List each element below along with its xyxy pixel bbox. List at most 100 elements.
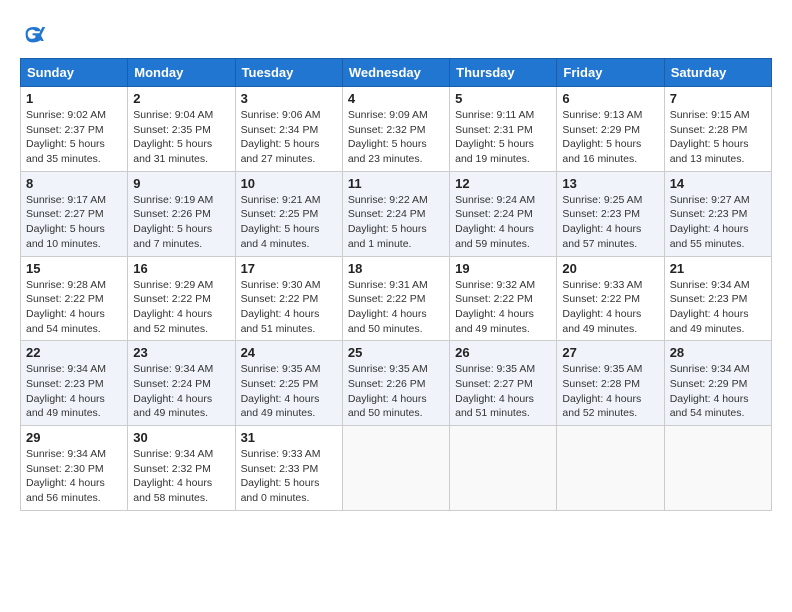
calendar-cell: 9 Sunrise: 9:19 AMSunset: 2:26 PMDayligh… (128, 171, 235, 256)
day-number: 2 (133, 91, 229, 106)
day-info: Sunrise: 9:25 AMSunset: 2:23 PMDaylight:… (562, 194, 642, 250)
day-number: 24 (241, 345, 337, 360)
day-number: 1 (26, 91, 122, 106)
weekday-header-thursday: Thursday (450, 59, 557, 87)
day-info: Sunrise: 9:04 AMSunset: 2:35 PMDaylight:… (133, 109, 213, 165)
day-number: 8 (26, 176, 122, 191)
day-number: 16 (133, 261, 229, 276)
weekday-header-tuesday: Tuesday (235, 59, 342, 87)
calendar-cell: 21 Sunrise: 9:34 AMSunset: 2:23 PMDaylig… (664, 256, 771, 341)
day-info: Sunrise: 9:34 AMSunset: 2:24 PMDaylight:… (133, 363, 213, 419)
day-info: Sunrise: 9:28 AMSunset: 2:22 PMDaylight:… (26, 279, 106, 335)
day-info: Sunrise: 9:02 AMSunset: 2:37 PMDaylight:… (26, 109, 106, 165)
logo (20, 20, 52, 48)
calendar-cell (664, 426, 771, 511)
day-info: Sunrise: 9:15 AMSunset: 2:28 PMDaylight:… (670, 109, 750, 165)
calendar-cell: 1 Sunrise: 9:02 AMSunset: 2:37 PMDayligh… (21, 87, 128, 172)
day-info: Sunrise: 9:33 AMSunset: 2:22 PMDaylight:… (562, 279, 642, 335)
day-info: Sunrise: 9:34 AMSunset: 2:23 PMDaylight:… (26, 363, 106, 419)
calendar-cell: 13 Sunrise: 9:25 AMSunset: 2:23 PMDaylig… (557, 171, 664, 256)
day-number: 22 (26, 345, 122, 360)
calendar-cell (557, 426, 664, 511)
calendar-cell: 17 Sunrise: 9:30 AMSunset: 2:22 PMDaylig… (235, 256, 342, 341)
day-number: 27 (562, 345, 658, 360)
logo-icon (20, 20, 48, 48)
day-number: 28 (670, 345, 766, 360)
calendar-cell: 20 Sunrise: 9:33 AMSunset: 2:22 PMDaylig… (557, 256, 664, 341)
calendar-cell: 11 Sunrise: 9:22 AMSunset: 2:24 PMDaylig… (342, 171, 449, 256)
day-number: 17 (241, 261, 337, 276)
calendar-cell: 18 Sunrise: 9:31 AMSunset: 2:22 PMDaylig… (342, 256, 449, 341)
calendar-cell: 26 Sunrise: 9:35 AMSunset: 2:27 PMDaylig… (450, 341, 557, 426)
day-info: Sunrise: 9:31 AMSunset: 2:22 PMDaylight:… (348, 279, 428, 335)
calendar-cell: 5 Sunrise: 9:11 AMSunset: 2:31 PMDayligh… (450, 87, 557, 172)
calendar-cell: 29 Sunrise: 9:34 AMSunset: 2:30 PMDaylig… (21, 426, 128, 511)
day-info: Sunrise: 9:27 AMSunset: 2:23 PMDaylight:… (670, 194, 750, 250)
day-info: Sunrise: 9:06 AMSunset: 2:34 PMDaylight:… (241, 109, 321, 165)
weekday-header-wednesday: Wednesday (342, 59, 449, 87)
calendar-week-row: 8 Sunrise: 9:17 AMSunset: 2:27 PMDayligh… (21, 171, 772, 256)
calendar-cell: 28 Sunrise: 9:34 AMSunset: 2:29 PMDaylig… (664, 341, 771, 426)
calendar-cell: 24 Sunrise: 9:35 AMSunset: 2:25 PMDaylig… (235, 341, 342, 426)
day-info: Sunrise: 9:33 AMSunset: 2:33 PMDaylight:… (241, 448, 321, 504)
calendar-cell: 19 Sunrise: 9:32 AMSunset: 2:22 PMDaylig… (450, 256, 557, 341)
day-number: 10 (241, 176, 337, 191)
calendar-cell: 8 Sunrise: 9:17 AMSunset: 2:27 PMDayligh… (21, 171, 128, 256)
day-number: 26 (455, 345, 551, 360)
day-number: 3 (241, 91, 337, 106)
day-info: Sunrise: 9:17 AMSunset: 2:27 PMDaylight:… (26, 194, 106, 250)
calendar-cell: 14 Sunrise: 9:27 AMSunset: 2:23 PMDaylig… (664, 171, 771, 256)
day-number: 23 (133, 345, 229, 360)
calendar-header-row: SundayMondayTuesdayWednesdayThursdayFrid… (21, 59, 772, 87)
page-header (20, 20, 772, 48)
day-number: 9 (133, 176, 229, 191)
calendar-week-row: 1 Sunrise: 9:02 AMSunset: 2:37 PMDayligh… (21, 87, 772, 172)
day-number: 21 (670, 261, 766, 276)
calendar-cell: 6 Sunrise: 9:13 AMSunset: 2:29 PMDayligh… (557, 87, 664, 172)
day-info: Sunrise: 9:34 AMSunset: 2:30 PMDaylight:… (26, 448, 106, 504)
day-info: Sunrise: 9:35 AMSunset: 2:28 PMDaylight:… (562, 363, 642, 419)
day-number: 11 (348, 176, 444, 191)
calendar-cell: 16 Sunrise: 9:29 AMSunset: 2:22 PMDaylig… (128, 256, 235, 341)
day-number: 30 (133, 430, 229, 445)
day-info: Sunrise: 9:13 AMSunset: 2:29 PMDaylight:… (562, 109, 642, 165)
day-info: Sunrise: 9:09 AMSunset: 2:32 PMDaylight:… (348, 109, 428, 165)
calendar-cell: 7 Sunrise: 9:15 AMSunset: 2:28 PMDayligh… (664, 87, 771, 172)
day-number: 14 (670, 176, 766, 191)
day-number: 6 (562, 91, 658, 106)
day-info: Sunrise: 9:11 AMSunset: 2:31 PMDaylight:… (455, 109, 534, 165)
day-info: Sunrise: 9:19 AMSunset: 2:26 PMDaylight:… (133, 194, 213, 250)
calendar-cell: 31 Sunrise: 9:33 AMSunset: 2:33 PMDaylig… (235, 426, 342, 511)
calendar-cell: 4 Sunrise: 9:09 AMSunset: 2:32 PMDayligh… (342, 87, 449, 172)
day-info: Sunrise: 9:34 AMSunset: 2:32 PMDaylight:… (133, 448, 213, 504)
day-number: 15 (26, 261, 122, 276)
calendar-week-row: 15 Sunrise: 9:28 AMSunset: 2:22 PMDaylig… (21, 256, 772, 341)
weekday-header-monday: Monday (128, 59, 235, 87)
day-number: 18 (348, 261, 444, 276)
day-info: Sunrise: 9:35 AMSunset: 2:27 PMDaylight:… (455, 363, 535, 419)
calendar-cell: 10 Sunrise: 9:21 AMSunset: 2:25 PMDaylig… (235, 171, 342, 256)
calendar-table: SundayMondayTuesdayWednesdayThursdayFrid… (20, 58, 772, 511)
day-number: 5 (455, 91, 551, 106)
day-info: Sunrise: 9:22 AMSunset: 2:24 PMDaylight:… (348, 194, 428, 250)
weekday-header-sunday: Sunday (21, 59, 128, 87)
day-number: 19 (455, 261, 551, 276)
day-number: 31 (241, 430, 337, 445)
day-info: Sunrise: 9:34 AMSunset: 2:29 PMDaylight:… (670, 363, 750, 419)
calendar-cell (450, 426, 557, 511)
calendar-cell: 12 Sunrise: 9:24 AMSunset: 2:24 PMDaylig… (450, 171, 557, 256)
calendar-cell: 23 Sunrise: 9:34 AMSunset: 2:24 PMDaylig… (128, 341, 235, 426)
day-number: 4 (348, 91, 444, 106)
day-info: Sunrise: 9:30 AMSunset: 2:22 PMDaylight:… (241, 279, 321, 335)
day-info: Sunrise: 9:35 AMSunset: 2:25 PMDaylight:… (241, 363, 321, 419)
weekday-header-saturday: Saturday (664, 59, 771, 87)
day-info: Sunrise: 9:35 AMSunset: 2:26 PMDaylight:… (348, 363, 428, 419)
calendar-week-row: 22 Sunrise: 9:34 AMSunset: 2:23 PMDaylig… (21, 341, 772, 426)
day-info: Sunrise: 9:34 AMSunset: 2:23 PMDaylight:… (670, 279, 750, 335)
day-number: 29 (26, 430, 122, 445)
calendar-cell: 2 Sunrise: 9:04 AMSunset: 2:35 PMDayligh… (128, 87, 235, 172)
day-number: 7 (670, 91, 766, 106)
weekday-header-friday: Friday (557, 59, 664, 87)
calendar-cell (342, 426, 449, 511)
day-number: 12 (455, 176, 551, 191)
